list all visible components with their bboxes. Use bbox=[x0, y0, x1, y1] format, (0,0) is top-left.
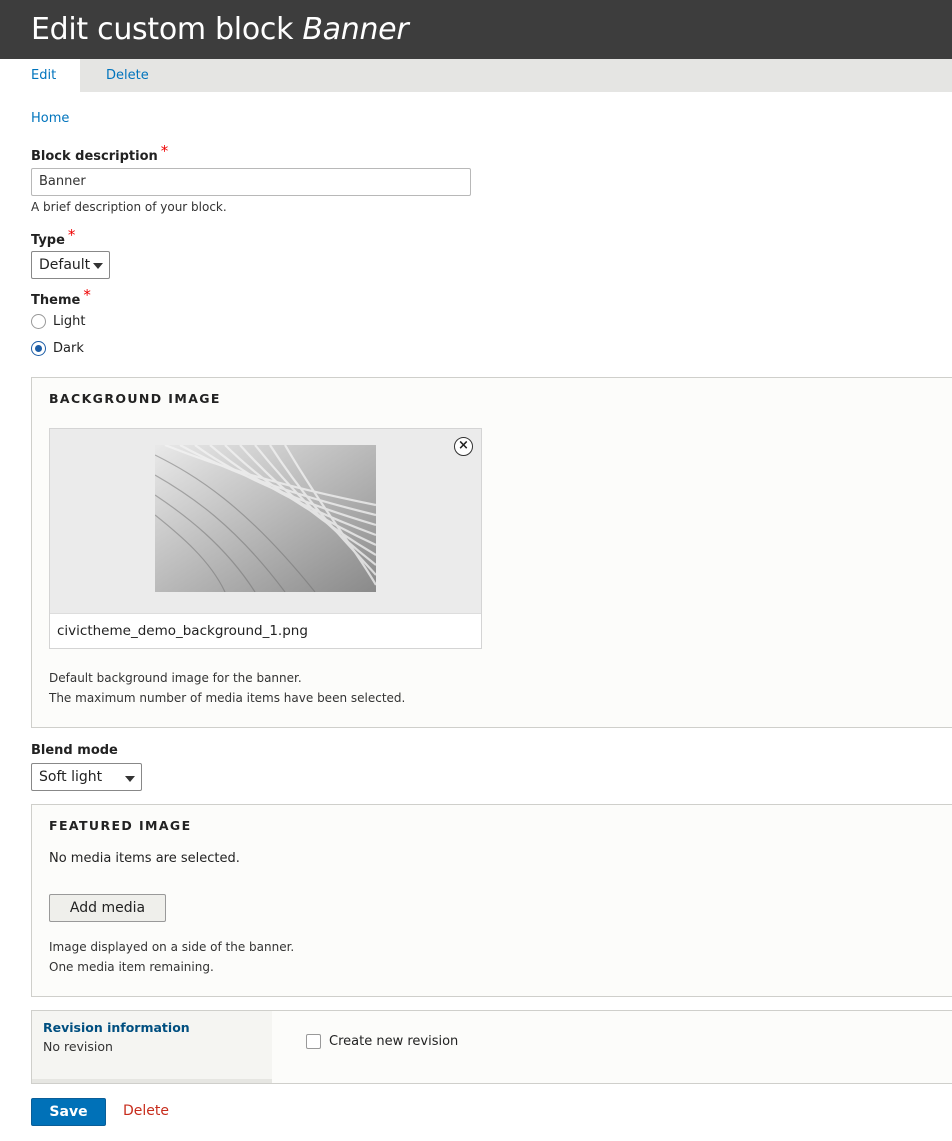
close-icon: × bbox=[458, 438, 469, 453]
type-label-text: Type bbox=[31, 233, 65, 248]
save-button[interactable]: Save bbox=[31, 1098, 106, 1126]
delete-link[interactable]: Delete bbox=[123, 1103, 169, 1119]
revision-summary: No revision bbox=[43, 1039, 113, 1054]
chevron-down-icon bbox=[125, 776, 135, 782]
featured-image-help: Image displayed on a side of the banner. bbox=[49, 940, 295, 954]
local-tasks-tabs: Edit Delete bbox=[0, 59, 952, 92]
type-select[interactable]: Default bbox=[31, 251, 110, 279]
revision-information-title[interactable]: Revision information bbox=[43, 1020, 190, 1035]
blend-mode-select-value: Soft light bbox=[39, 769, 103, 785]
create-new-revision-label[interactable]: Create new revision bbox=[329, 1034, 458, 1049]
tab-delete[interactable]: Delete bbox=[80, 59, 175, 92]
required-marker: * bbox=[83, 286, 91, 304]
add-media-button[interactable]: Add media bbox=[49, 894, 166, 922]
page-title: Edit custom block Banner bbox=[31, 12, 409, 47]
block-description-help: A brief description of your block. bbox=[31, 200, 227, 214]
page-header: Edit custom block Banner bbox=[0, 0, 952, 59]
page-title-entity: Banner bbox=[302, 12, 409, 47]
block-description-label-text: Block description bbox=[31, 149, 158, 164]
background-image-help: Default background image for the banner. bbox=[49, 671, 302, 685]
required-marker: * bbox=[160, 142, 169, 160]
featured-image-remaining-note: One media item remaining. bbox=[49, 960, 214, 974]
block-description-input[interactable]: Banner bbox=[31, 168, 471, 196]
type-label: Type * bbox=[31, 226, 75, 248]
featured-image-legend: FEATURED IMAGE bbox=[49, 818, 192, 833]
theme-label-text: Theme bbox=[31, 293, 81, 308]
theme-radio-dark-label[interactable]: Dark bbox=[53, 341, 84, 356]
blend-mode-select[interactable]: Soft light bbox=[31, 763, 142, 791]
background-image-legend: BACKGROUND IMAGE bbox=[49, 391, 221, 406]
blend-mode-label: Blend mode bbox=[31, 743, 118, 758]
breadcrumb-home-link[interactable]: Home bbox=[31, 111, 69, 126]
theme-radio-dark[interactable] bbox=[31, 341, 46, 356]
theme-label: Theme * bbox=[31, 286, 91, 308]
background-image-thumbnail bbox=[155, 445, 376, 592]
background-image-pattern bbox=[155, 445, 376, 592]
chevron-down-icon bbox=[93, 263, 103, 269]
remove-media-button[interactable]: × bbox=[454, 437, 473, 456]
create-new-revision-checkbox[interactable] bbox=[306, 1034, 321, 1049]
theme-radio-light-label[interactable]: Light bbox=[53, 314, 85, 329]
background-image-limit-note: The maximum number of media items have b… bbox=[49, 691, 406, 705]
page-title-prefix: Edit custom block bbox=[31, 12, 303, 47]
background-media-item: × civictheme_demo_background_1.png bbox=[49, 428, 482, 649]
media-file-name: civictheme_demo_background_1.png bbox=[50, 613, 481, 648]
tab-edit[interactable]: Edit bbox=[0, 59, 80, 92]
required-marker: * bbox=[67, 226, 76, 244]
block-description-label: Block description * bbox=[31, 142, 168, 164]
featured-image-empty-text: No media items are selected. bbox=[49, 851, 240, 866]
type-select-value: Default bbox=[39, 257, 91, 273]
theme-radio-light[interactable] bbox=[31, 314, 46, 329]
